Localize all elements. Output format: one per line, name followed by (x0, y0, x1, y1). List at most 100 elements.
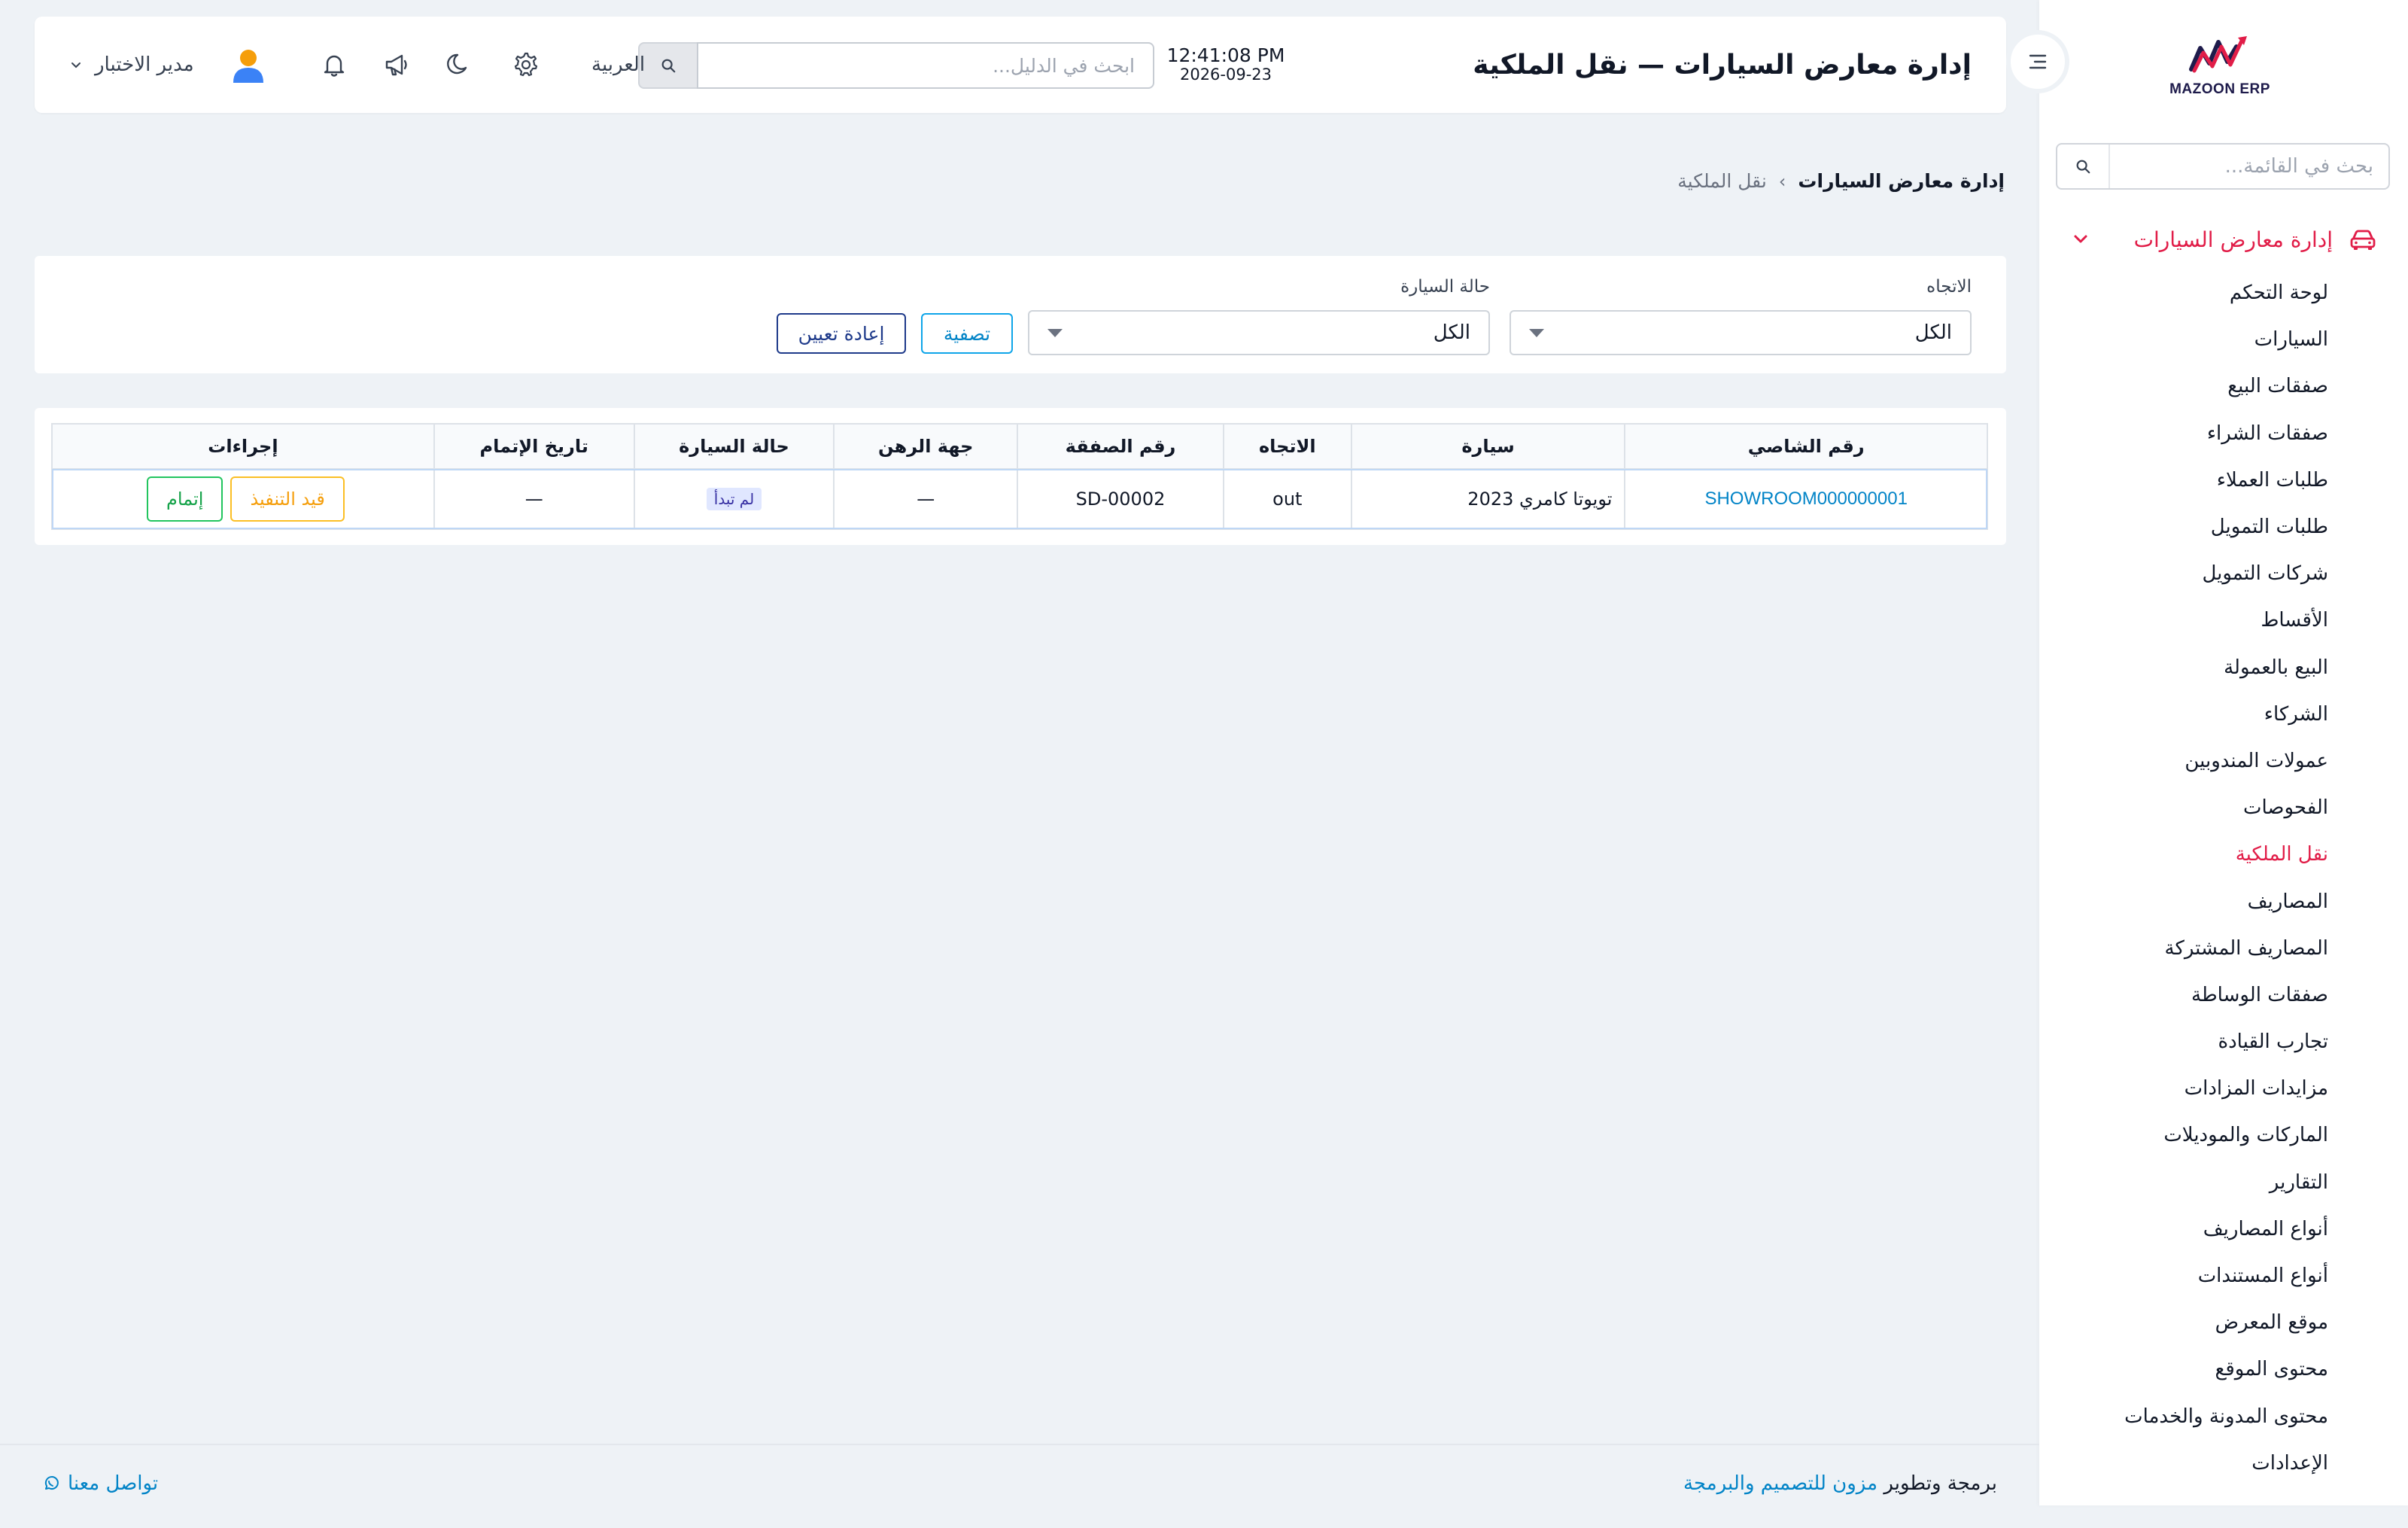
footer-brand-link[interactable]: مزون للتصميم والبرمجة (1683, 1472, 1877, 1495)
column-header-actions: إجراءات (51, 423, 435, 470)
moon-icon (447, 53, 467, 75)
sidebar-item[interactable]: لوحة التحكم (2042, 269, 2328, 316)
sidebar-item[interactable]: محتوى المدونة والخدمات (2042, 1393, 2328, 1440)
sidebar-item[interactable]: طلبات العملاء (2042, 457, 2328, 504)
sidebar-item[interactable]: مزايدات المزادات (2042, 1065, 2328, 1112)
sidebar-item[interactable]: الشركاء (2042, 691, 2328, 738)
sidebar-search-button[interactable] (2057, 145, 2110, 188)
guide-search-input[interactable] (697, 42, 1154, 89)
whatsapp-icon (44, 1476, 59, 1490)
sidebar-menu: لوحة التحكم السيارات صفقات البيع صفقات الشر… (2042, 269, 2328, 1487)
column-header-car[interactable]: سيارة (1350, 423, 1626, 470)
sidebar: MAZOON ERP إدارة معارض السيارات لوحة الت… (2039, 0, 2408, 1505)
sidebar-item[interactable]: التقارير (2042, 1159, 2328, 1206)
logo-mark-icon (2189, 36, 2247, 73)
column-header-car-status[interactable]: حالة السيارة (633, 423, 835, 470)
sidebar-group-label: إدارة معارض السيارات (2133, 227, 2333, 252)
sidebar-item[interactable]: صفقات البيع (2042, 363, 2328, 409)
direction-filter-value: الكل (1914, 321, 1952, 344)
sidebar-search-input[interactable] (2110, 145, 2388, 188)
breadcrumb: إدارة معارض السيارات › نقل الملكية (1677, 170, 2005, 192)
sidebar-item[interactable]: المصاريف (2042, 878, 2328, 924)
deal-no-cell: SD-00002 (1017, 468, 1224, 530)
sidebar-item[interactable]: المصاريف المشتركة (2042, 925, 2329, 972)
caret-down-icon (1529, 328, 1544, 337)
sidebar-item[interactable]: السيارات (2042, 316, 2328, 363)
user-name: مدير الاختبار (95, 53, 194, 76)
contact-us-link[interactable]: تواصل معنا (42, 1472, 158, 1495)
sidebar-item[interactable]: الماركات والموديلات (2042, 1112, 2328, 1158)
top-header: إدارة معارض السيارات — نقل الملكية 12:41… (35, 17, 2006, 113)
actions-cell: قيد التنفيذ إتمام (51, 468, 435, 530)
caret-down-icon (1047, 328, 1063, 337)
chevron-down-icon (71, 62, 81, 68)
chassis-link[interactable]: SHOWROOM000000001 (1624, 468, 1988, 530)
column-header-completed-date[interactable]: تاريخ الإتمام (433, 423, 635, 470)
column-header-lien[interactable]: جهة الرهن (833, 423, 1019, 470)
direction-cell: out (1222, 468, 1352, 530)
announcements-button[interactable] (378, 47, 414, 83)
car-status-filter-label: حالة السيارة (1400, 277, 1490, 297)
sidebar-item[interactable]: صفقات الوساطة (2042, 972, 2328, 1018)
reset-button[interactable]: إعادة تعيين (777, 313, 906, 354)
logo-text: MAZOON ERP (2169, 81, 2270, 97)
search-icon (661, 59, 676, 73)
sidebar-group-car-showrooms[interactable]: إدارة معارض السيارات (2069, 218, 2378, 260)
footer-credit-prefix: برمجة وتطوير (1884, 1472, 1997, 1495)
sidebar-item[interactable]: محتوى الموقع (2042, 1346, 2328, 1393)
sidebar-item[interactable]: الأقساط (2042, 597, 2328, 644)
bell-icon (324, 55, 345, 77)
settings-button[interactable] (507, 47, 543, 83)
sidebar-item[interactable]: نقل الملكية (2042, 831, 2328, 878)
logo[interactable]: MAZOON ERP (2167, 33, 2273, 101)
gear-icon (514, 52, 538, 77)
completed-date-cell: — (433, 468, 635, 530)
in-progress-button[interactable]: قيد التنفيذ (230, 476, 345, 522)
status-badge: لم تبدأ (706, 488, 762, 510)
megaphone-icon (385, 54, 407, 76)
filter-button[interactable]: تصفية (921, 313, 1013, 354)
sidebar-item[interactable]: البيع بالعمولة (2042, 644, 2328, 691)
guide-search (638, 42, 1154, 89)
guide-search-button[interactable] (638, 42, 697, 89)
ownership-transfer-table: رقم الشاصي سيارة الاتجاه رقم الصفقة جهة … (51, 423, 1988, 530)
table-header-row: رقم الشاصي سيارة الاتجاه رقم الصفقة جهة … (51, 423, 1988, 470)
sidebar-item[interactable]: موقع المعرض (2042, 1299, 2328, 1346)
column-header-deal-no[interactable]: رقم الصفقة (1017, 423, 1224, 470)
user-menu[interactable]: مدير الاختبار (69, 17, 268, 113)
filter-panel: الاتجاه الكل حالة السيارة الكل تصفية إعا… (35, 256, 2006, 373)
notifications-button[interactable] (316, 47, 352, 83)
language-switcher[interactable]: العربية (591, 17, 645, 113)
sidebar-item[interactable]: شركات التمويل (2042, 550, 2328, 597)
chevron-down-icon (2074, 235, 2087, 243)
page-title: إدارة معارض السيارات — نقل الملكية (1473, 49, 1972, 81)
sidebar-item[interactable]: صفقات الشراء (2042, 410, 2328, 457)
car-status-filter-value: الكل (1433, 321, 1470, 344)
sidebar-item[interactable]: طلبات التمويل (2042, 504, 2328, 550)
table-row: SHOWROOM000000001 تويوتا كامري 2023 out … (51, 468, 1988, 530)
transfers-table-panel: رقم الشاصي سيارة الاتجاه رقم الصفقة جهة … (35, 408, 2006, 545)
theme-toggle-button[interactable] (438, 47, 474, 83)
sidebar-item[interactable]: أنواع المصاريف (2042, 1206, 2328, 1253)
contact-us-label: تواصل معنا (68, 1472, 159, 1495)
sidebar-item[interactable]: الإعدادات (2042, 1440, 2328, 1487)
direction-filter-select[interactable]: الكل (1510, 310, 1972, 355)
car-status-filter-select[interactable]: الكل (1028, 310, 1490, 355)
column-header-chassis[interactable]: رقم الشاصي (1624, 423, 1988, 470)
direction-filter-label: الاتجاه (1926, 277, 1972, 297)
complete-button[interactable]: إتمام (147, 476, 223, 522)
breadcrumb-separator: › (1778, 170, 1786, 192)
sidebar-item[interactable]: الفحوصات (2042, 784, 2328, 831)
column-header-direction[interactable]: الاتجاه (1222, 423, 1352, 470)
breadcrumb-root[interactable]: إدارة معارض السيارات (1798, 170, 2005, 192)
avatar (233, 50, 263, 83)
clock-date: 2026-09-23 (1179, 65, 1272, 84)
sidebar-item[interactable]: أنواع المستندات (2042, 1253, 2328, 1299)
sidebar-item[interactable]: عمولات المندوبين (2042, 738, 2328, 784)
car-status-cell: لم تبدأ (633, 468, 835, 530)
search-icon (2076, 160, 2090, 174)
footer-divider (0, 1444, 2039, 1445)
lien-cell: — (833, 468, 1019, 530)
sidebar-item[interactable]: تجارب القيادة (2042, 1018, 2328, 1065)
sidebar-toggle-button[interactable] (2006, 30, 2069, 93)
